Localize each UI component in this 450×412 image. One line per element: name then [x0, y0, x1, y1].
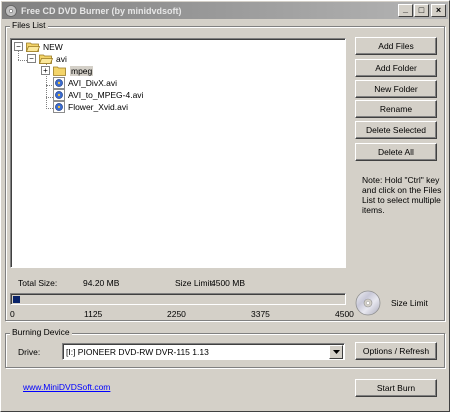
- rename-button[interactable]: Rename: [355, 100, 437, 118]
- tree-item-label: mpeg: [70, 65, 94, 76]
- video-file-icon: [53, 76, 65, 89]
- folder-icon: [53, 66, 66, 76]
- tree-connector: [46, 85, 52, 86]
- video-file-icon: [53, 100, 65, 113]
- files-list-group-label: Files List: [10, 20, 48, 30]
- tree-item-file[interactable]: AVI_to_MPEG-4.avi: [53, 88, 144, 101]
- close-icon: ×: [435, 5, 442, 15]
- drive-label: Drive:: [18, 347, 41, 357]
- size-progress-bar: [10, 293, 346, 305]
- scale-tick: 4500: [335, 309, 354, 319]
- drive-select[interactable]: [I:] PIONEER DVD-RW DVR-115 1.13: [62, 343, 345, 360]
- video-file-icon: [53, 88, 65, 101]
- tree-collapse-toggle[interactable]: −: [27, 54, 36, 63]
- disc-icon[interactable]: [355, 290, 381, 316]
- maximize-icon: □: [418, 5, 425, 15]
- app-window: Free CD DVD Burner (by minidvdsoft) _ □ …: [0, 0, 450, 412]
- folder-open-icon: [39, 54, 53, 64]
- minimize-icon: _: [402, 3, 408, 14]
- chevron-down-icon: [332, 350, 340, 354]
- drive-dropdown-button[interactable]: [329, 345, 343, 359]
- delete-all-button[interactable]: Delete All: [355, 143, 437, 161]
- files-tree-view[interactable]: − NEW − avi + mpeg AVI_DivX.avi AVI_to_M…: [10, 38, 346, 268]
- tree-item-label: Flower_Xvid.avi: [68, 101, 128, 112]
- tree-item-label: AVI_to_MPEG-4.avi: [68, 89, 144, 100]
- size-limit-value: 4500 MB: [211, 278, 246, 288]
- size-progress-fill: [13, 296, 20, 303]
- total-size-value: 94.20 MB: [83, 278, 120, 288]
- website-link[interactable]: www.MiniDVDSoft.com: [23, 382, 110, 392]
- folder-open-icon: [26, 42, 40, 52]
- tree-item-file[interactable]: AVI_DivX.avi: [53, 76, 117, 89]
- tree-item-label: NEW: [43, 41, 63, 52]
- tree-item-new[interactable]: NEW: [26, 41, 63, 52]
- app-icon: [5, 4, 17, 17]
- tree-item-label: AVI_DivX.avi: [68, 77, 117, 88]
- minimize-button[interactable]: _: [398, 4, 413, 17]
- start-burn-button[interactable]: Start Burn: [355, 379, 437, 397]
- tree-connector: [18, 51, 19, 60]
- delete-selected-button[interactable]: Delete Selected: [355, 121, 437, 139]
- tree-expand-toggle[interactable]: +: [41, 66, 50, 75]
- tree-item-label: avi: [56, 53, 67, 64]
- scale-tick: 2250: [167, 309, 186, 319]
- size-limit-label: Size Limit:: [175, 278, 215, 288]
- window-title: Free CD DVD Burner (by minidvdsoft): [21, 5, 182, 16]
- total-size-label: Total Size:: [18, 278, 58, 288]
- scale-tick: 1125: [84, 309, 103, 319]
- new-folder-button[interactable]: New Folder: [355, 80, 437, 98]
- scale-tick: 0: [10, 309, 15, 319]
- scale-tick: 3375: [251, 309, 270, 319]
- burning-device-group-label: Burning Device: [10, 327, 72, 337]
- maximize-button[interactable]: □: [414, 4, 429, 17]
- options-refresh-button[interactable]: Options / Refresh: [355, 342, 437, 360]
- add-folder-button[interactable]: Add Folder: [355, 59, 437, 77]
- tree-collapse-toggle[interactable]: −: [14, 42, 23, 51]
- close-button[interactable]: ×: [431, 4, 446, 17]
- tree-item-mpeg[interactable]: mpeg: [53, 65, 94, 76]
- title-bar[interactable]: Free CD DVD Burner (by minidvdsoft) _ □ …: [2, 2, 448, 19]
- drive-select-value: [I:] PIONEER DVD-RW DVR-115 1.13: [66, 346, 209, 357]
- tree-item-avi[interactable]: avi: [39, 53, 67, 64]
- tree-item-file[interactable]: Flower_Xvid.avi: [53, 100, 128, 113]
- add-files-button[interactable]: Add Files: [355, 37, 437, 55]
- multi-select-note: Note: Hold "Ctrl" key and click on the F…: [362, 175, 442, 215]
- disc-size-limit-label: Size Limit: [391, 298, 428, 308]
